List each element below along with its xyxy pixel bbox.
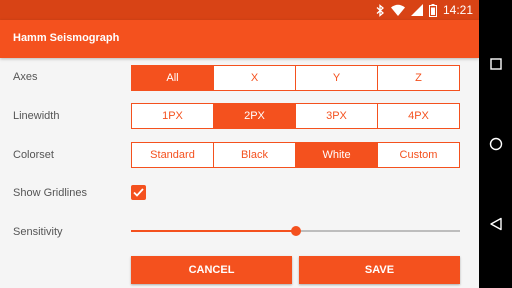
wifi-icon <box>390 4 405 16</box>
linewidth-option-3px[interactable]: 3PX <box>296 104 378 128</box>
bluetooth-icon <box>376 3 385 17</box>
settings-screen: 14:21 Hamm Seismograph Axes All X Y Z Li… <box>0 0 479 288</box>
status-bar: 14:21 <box>0 0 479 20</box>
sensitivity-slider[interactable] <box>131 226 460 236</box>
clock: 14:21 <box>442 3 473 17</box>
axes-option-x[interactable]: X <box>214 66 296 90</box>
back-icon[interactable] <box>487 215 504 232</box>
axes-option-all[interactable]: All <box>132 66 214 90</box>
gridlines-label: Show Gridlines <box>13 187 87 199</box>
axes-label: Axes <box>13 71 38 83</box>
linewidth-label: Linewidth <box>13 110 60 122</box>
axes-segmented-control: All X Y Z <box>131 65 460 91</box>
linewidth-option-1px[interactable]: 1PX <box>132 104 214 128</box>
colorset-option-standard[interactable]: Standard <box>132 143 214 167</box>
status-icons: 14:21 <box>376 2 473 18</box>
colorset-option-white[interactable]: White <box>296 143 378 167</box>
cancel-button[interactable]: CANCEL <box>131 256 292 284</box>
axes-option-z[interactable]: Z <box>378 66 459 90</box>
axes-option-y[interactable]: Y <box>296 66 378 90</box>
linewidth-segmented-control: 1PX 2PX 3PX 4PX <box>131 103 460 129</box>
save-button[interactable]: SAVE <box>299 256 460 284</box>
recents-icon[interactable] <box>487 55 504 72</box>
colorset-label: Colorset <box>13 149 54 161</box>
app-toolbar: Hamm Seismograph <box>0 20 479 58</box>
colorset-segmented-control: Standard Black White Custom <box>131 142 460 168</box>
sensitivity-label: Sensitivity <box>13 226 63 238</box>
battery-icon <box>428 3 437 17</box>
linewidth-option-4px[interactable]: 4PX <box>378 104 459 128</box>
gridlines-checkbox[interactable] <box>131 185 146 200</box>
linewidth-option-2px[interactable]: 2PX <box>214 104 296 128</box>
navigation-bar <box>479 0 512 288</box>
signal-icon <box>410 4 423 16</box>
sensitivity-slider-thumb[interactable] <box>290 226 301 236</box>
sensitivity-slider-fill <box>131 230 296 232</box>
home-icon[interactable] <box>487 135 504 152</box>
app-title: Hamm Seismograph <box>13 32 120 44</box>
colorset-option-custom[interactable]: Custom <box>378 143 459 167</box>
colorset-option-black[interactable]: Black <box>214 143 296 167</box>
checkmark-icon <box>133 184 144 202</box>
